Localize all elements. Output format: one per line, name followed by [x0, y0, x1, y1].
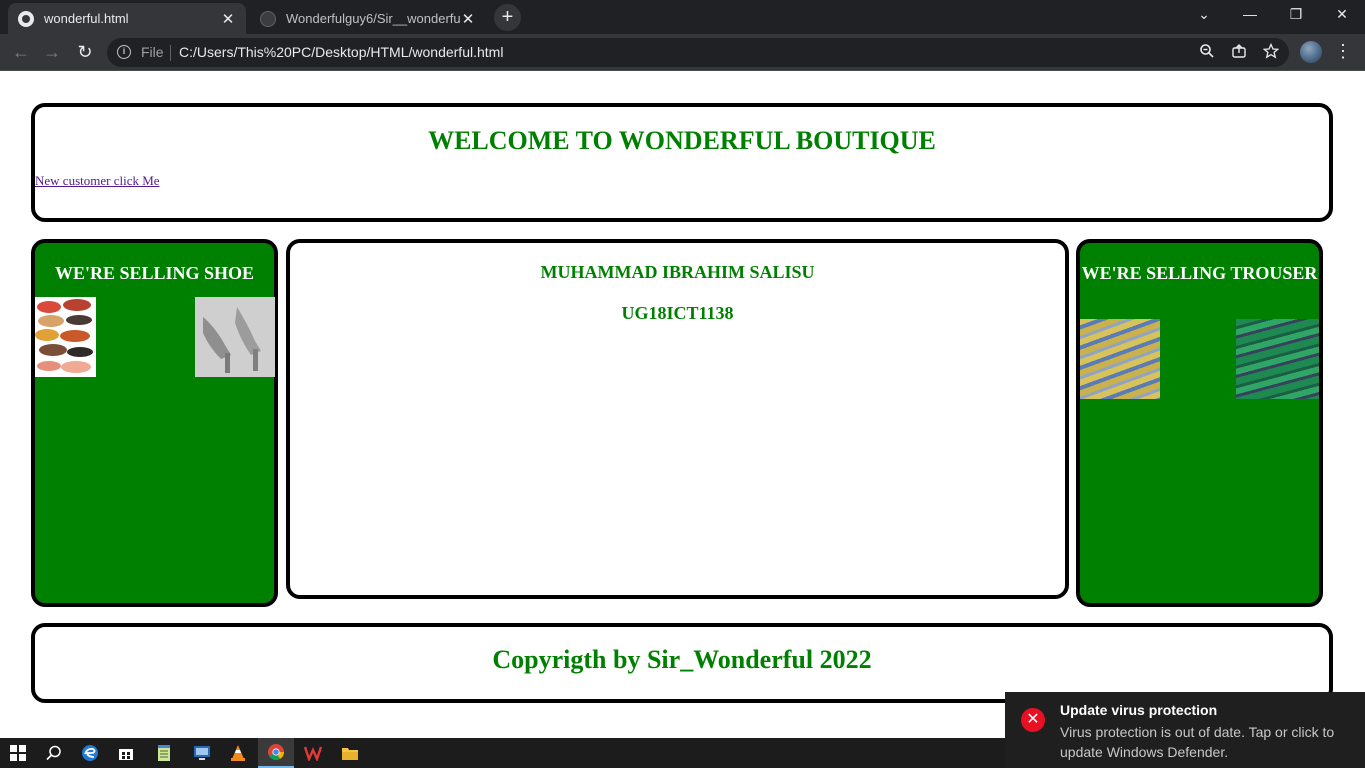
address-bar[interactable]: i File C:/Users/This%20PC/Desktop/HTML/w… — [107, 38, 1289, 67]
shoe-panel: WE'RE SELLING SHOE — [31, 239, 278, 607]
notification-body: Virus protection is out of date. Tap or … — [1060, 724, 1335, 760]
browser-tab-bar: wonderful.html ✕ Wonderfulguy6/Sir__wond… — [0, 0, 1365, 34]
sandals-image — [35, 297, 96, 377]
zoom-icon[interactable] — [1197, 43, 1217, 63]
copyright-text: Copyrigth by Sir_Wonderful 2022 — [492, 645, 872, 674]
url-text[interactable]: C:/Users/This%20PC/Desktop/HTML/wonderfu… — [179, 44, 503, 60]
notepad-icon[interactable] — [146, 738, 182, 768]
network-tool-icon[interactable] — [184, 738, 220, 768]
edge-icon[interactable] — [72, 738, 108, 768]
tab-title: Wonderfulguy6/Sir__wonderful- — [286, 11, 460, 26]
new-tab-button[interactable]: + — [494, 4, 521, 31]
shoe-heading: WE'RE SELLING SHOE — [54, 263, 255, 283]
globe-icon — [18, 10, 34, 27]
reload-button[interactable]: ↻ — [73, 41, 97, 65]
close-tab-icon[interactable]: ✕ — [460, 10, 476, 28]
menu-icon[interactable]: ⋮ — [1334, 40, 1352, 64]
student-name: MUHAMMAD IBRAHIM SALISU — [540, 262, 815, 282]
new-customer-link[interactable]: New customer click Me — [35, 173, 160, 189]
bookmark-star-icon[interactable] — [1261, 42, 1281, 63]
wps-office-icon[interactable] — [295, 738, 331, 768]
registration-number: UG18ICT1138 — [621, 303, 734, 323]
page-title: WELCOME TO WONDERFUL BOUTIQUE — [428, 126, 936, 155]
tab-wonderful-html[interactable]: wonderful.html ✕ — [8, 3, 246, 34]
windows-taskbar — [0, 738, 1005, 768]
green-lace-fabric-image — [1236, 319, 1319, 399]
share-icon[interactable] — [1229, 43, 1249, 63]
tab-search-icon[interactable]: ⌄ — [1181, 0, 1227, 30]
tab-github-repo[interactable]: Wonderfulguy6/Sir__wonderful- ✕ — [250, 3, 486, 34]
footer-panel: Copyrigth by Sir_Wonderful 2022 — [31, 623, 1333, 703]
error-icon: ✕ — [1021, 708, 1045, 732]
yellow-lace-fabric-image — [1080, 319, 1160, 399]
close-window-button[interactable]: ✕ — [1319, 0, 1365, 30]
virus-protection-notification[interactable]: ✕ Update virus protection Virus protecti… — [1005, 692, 1365, 768]
profile-avatar[interactable] — [1300, 41, 1322, 63]
scheme-label: File — [141, 44, 164, 60]
vlc-icon[interactable] — [220, 738, 256, 768]
notification-title: Update virus protection — [1060, 702, 1218, 718]
restore-button[interactable]: ❐ — [1273, 0, 1319, 30]
header-panel: WELCOME TO WONDERFUL BOUTIQUE New custom… — [31, 103, 1333, 222]
search-icon[interactable] — [36, 738, 72, 768]
trouser-heading: WE'RE SELLING TROUSER — [1081, 263, 1318, 283]
address-divider — [170, 45, 171, 61]
tab-title: wonderful.html — [44, 11, 129, 26]
close-tab-icon[interactable]: ✕ — [220, 10, 236, 28]
chrome-icon[interactable] — [258, 738, 294, 768]
file-explorer-icon[interactable] — [332, 738, 368, 768]
store-icon[interactable] — [108, 738, 144, 768]
trouser-panel: WE'RE SELLING TROUSER — [1076, 239, 1323, 607]
browser-toolbar: ← → ↻ i File C:/Users/This%20PC/Desktop/… — [0, 34, 1365, 71]
student-panel: MUHAMMAD IBRAHIM SALISU UG18ICT1138 — [286, 239, 1069, 599]
heels-image — [195, 297, 275, 377]
forward-button[interactable]: → — [40, 41, 64, 65]
github-icon — [260, 10, 276, 27]
minimize-button[interactable]: — — [1227, 0, 1273, 30]
back-button[interactable]: ← — [9, 41, 33, 65]
windows-start-icon[interactable] — [0, 738, 36, 768]
site-info-icon[interactable]: i — [117, 45, 131, 59]
